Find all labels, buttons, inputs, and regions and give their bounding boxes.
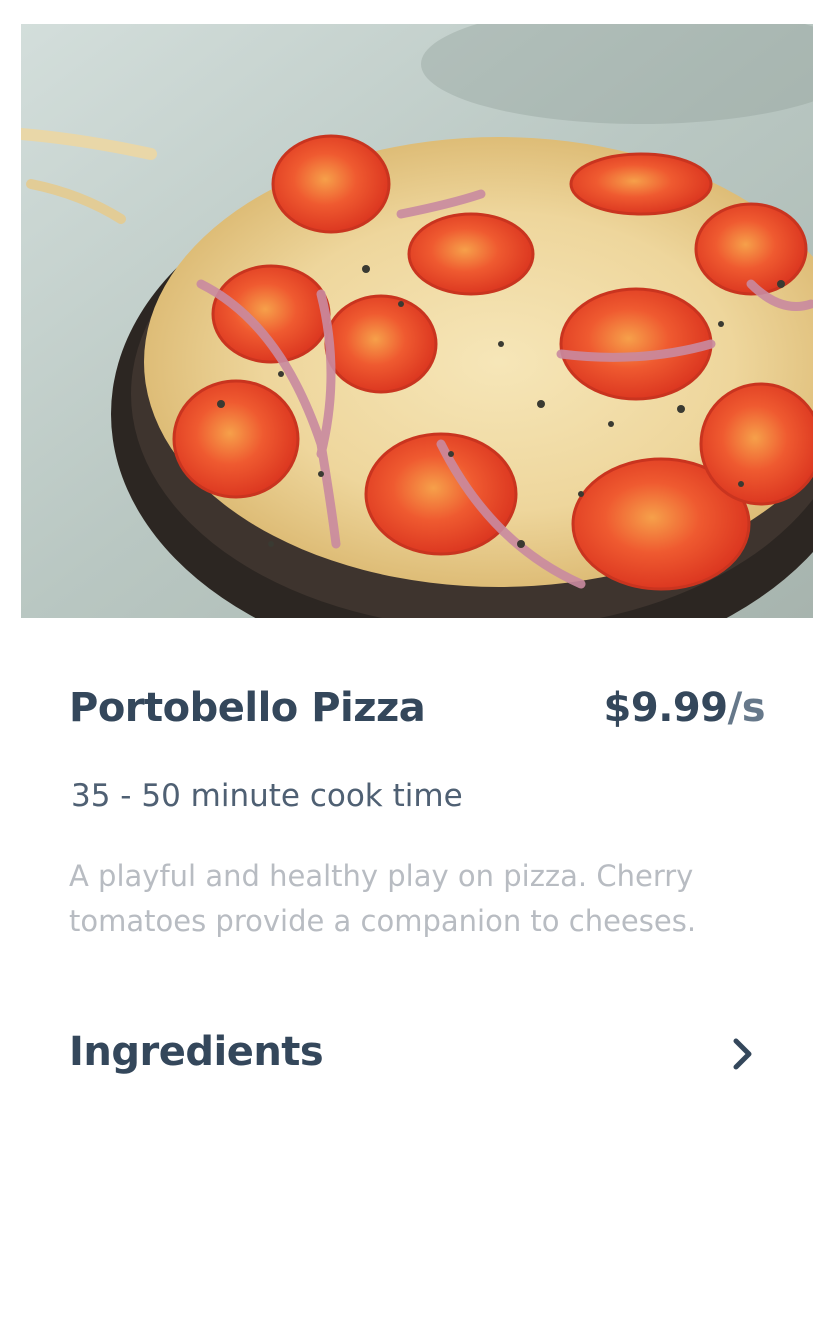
ingredients-row[interactable]: Ingredients	[69, 1026, 765, 1082]
recipe-description: A playful and healthy play on pizza. Che…	[69, 859, 697, 938]
recipe-photo	[21, 24, 813, 618]
recipe-price: $9.99/s	[603, 684, 766, 732]
chevron-right-icon	[733, 1038, 752, 1070]
cook-time: 35 - 50 minute cook time	[71, 778, 463, 814]
title-row: Portobello Pizza $9.99/s	[69, 684, 766, 736]
price-unit: /s	[727, 685, 766, 731]
price-amount: $9.99	[603, 685, 729, 731]
recipe-detail-page: Portobello Pizza $9.99/s 35 - 50 minute …	[0, 0, 834, 1326]
recipe-title: Portobello Pizza	[69, 685, 426, 731]
ingredients-label: Ingredients	[69, 1029, 324, 1075]
